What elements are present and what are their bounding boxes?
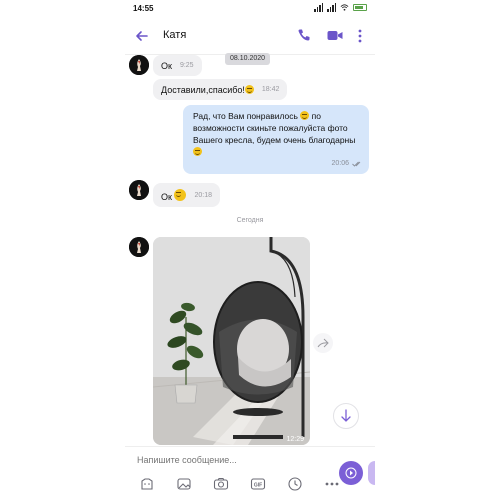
chat-screen: 14:55 Катя 08.10.2020 Ок 9:25 Доставили,… (125, 0, 375, 500)
smile-emoji-icon (300, 111, 310, 120)
signal-2-icon (327, 3, 336, 12)
svg-text:GIF: GIF (254, 483, 262, 489)
gif-button[interactable]: GIF (246, 475, 270, 493)
gif-icon: GIF (250, 478, 266, 490)
sticker-button[interactable] (135, 475, 159, 493)
message-time: 9:25 (179, 62, 194, 69)
share-button[interactable] (313, 333, 333, 353)
laugh-emoji-icon (174, 188, 187, 201)
smile-emoji-icon (244, 84, 254, 94)
message-input[interactable] (137, 455, 287, 465)
status-icons (314, 3, 367, 12)
smile-emoji-icon (193, 147, 202, 156)
share-icon (317, 338, 329, 348)
phone-icon[interactable] (297, 28, 311, 42)
status-time: 14:55 (133, 4, 154, 13)
day-separator: Сегодня (236, 217, 264, 224)
photo-message[interactable]: 12:29 (153, 237, 310, 445)
contact-avatar[interactable] (129, 237, 149, 257)
message-time: 20:06 (331, 160, 349, 167)
outgoing-message[interactable]: Рад, что Вам понравилось по возможности … (183, 105, 369, 174)
incoming-message[interactable]: Ок 9:25 (153, 55, 202, 76)
timer-button[interactable] (283, 475, 307, 493)
wifi-icon (340, 4, 349, 11)
message-text: Доставили,спасибо! (161, 84, 254, 95)
message-time: 12:29 (286, 436, 304, 443)
back-arrow-icon[interactable] (133, 27, 151, 45)
message-time: 20:18 (194, 191, 212, 199)
message-text: Рад, что Вам понравилось по возможности … (193, 111, 355, 157)
more-vertical-icon[interactable] (357, 28, 363, 44)
chair-photo (153, 237, 310, 445)
gallery-icon (177, 478, 191, 490)
read-check-icon (352, 161, 361, 167)
more-button[interactable] (320, 475, 344, 493)
message-time: 18:42 (261, 86, 280, 93)
more-horizontal-icon (325, 482, 339, 486)
scroll-down-icon (341, 409, 351, 422)
message-meta: 20:06 (331, 158, 362, 170)
contact-avatar[interactable] (129, 55, 149, 75)
video-icon[interactable] (327, 29, 343, 42)
status-bar: 14:55 (125, 0, 375, 18)
gallery-button[interactable] (172, 475, 196, 493)
camera-button[interactable] (209, 475, 233, 493)
signal-icon (314, 3, 323, 12)
contact-avatar[interactable] (129, 180, 149, 200)
message-text: Ок (161, 60, 172, 71)
message-text: Ок (161, 188, 187, 202)
scroll-down-button[interactable] (333, 403, 359, 429)
send-peek (368, 461, 375, 485)
chat-header: Катя (125, 18, 375, 55)
sticker-icon (141, 478, 153, 490)
message-composer: GIF (125, 446, 375, 500)
incoming-message[interactable]: Доставили,спасибо! 18:42 (153, 79, 288, 100)
incoming-message[interactable]: Ок 20:18 (153, 183, 220, 207)
battery-icon (353, 4, 367, 11)
camera-icon (213, 478, 229, 490)
composer-tools: GIF (135, 475, 357, 493)
timer-icon (288, 477, 302, 491)
contact-name[interactable]: Катя (163, 29, 186, 41)
date-chip: 08.10.2020 (225, 53, 271, 65)
